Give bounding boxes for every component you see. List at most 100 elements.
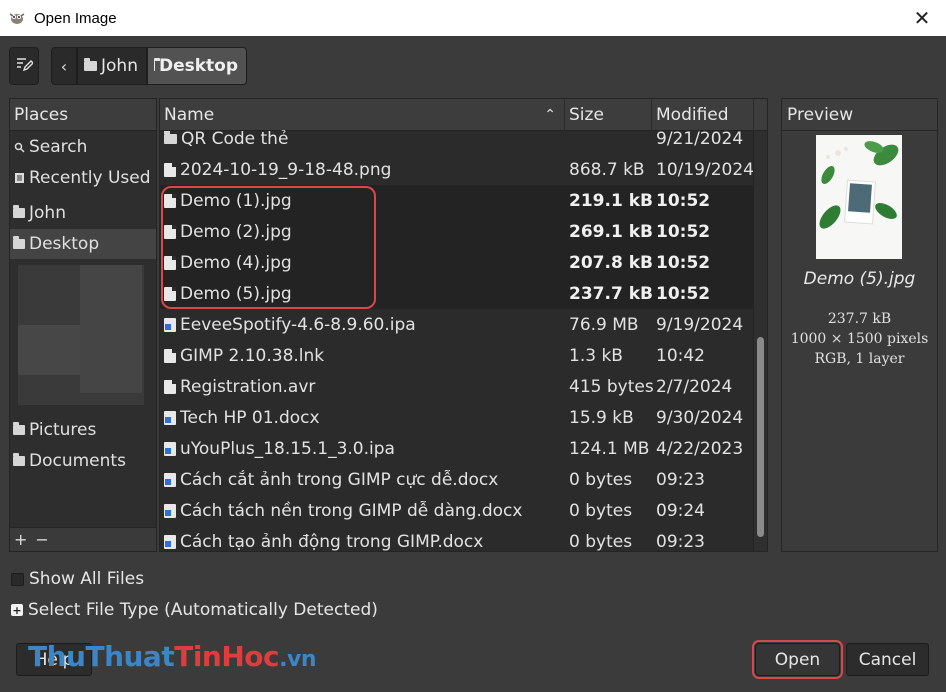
file-name-cell: QR Code thẻ [164, 123, 288, 154]
file-row[interactable]: Cách cắt ảnh trong GIMP cực dễ.docx 0 byt… [160, 464, 754, 495]
file-modified: 09:23 [656, 469, 705, 490]
back-button[interactable]: ‹ [51, 47, 77, 85]
places-panel: Places Search Recently Used John Desktop… [9, 98, 157, 552]
show-all-files-label: Show All Files [29, 569, 145, 589]
add-bookmark-button[interactable]: + [14, 530, 27, 549]
word-document-icon [164, 503, 176, 518]
hidden-drives-block [80, 265, 142, 393]
file-size: 0 bytes [569, 531, 633, 552]
file-icon [164, 162, 176, 177]
sort-ascending-icon: ⌃ [544, 107, 556, 123]
hidden-drives-block [18, 325, 80, 375]
file-name-cell: Demo (4).jpg [164, 247, 292, 278]
file-name: Cách cắt ảnh trong GIMP cực dễ.docx [180, 469, 499, 490]
file-name-cell: Demo (5).jpg [164, 278, 292, 309]
file-list-scrollbar[interactable] [753, 131, 767, 551]
place-john[interactable]: John [10, 198, 156, 228]
preview-dimensions: 1000 × 1500 pixels [790, 331, 929, 347]
word-document-icon [164, 410, 176, 425]
file-size: 237.7 kB [569, 283, 653, 304]
place-desktop[interactable]: Desktop [10, 229, 156, 259]
place-search[interactable]: Search [10, 132, 156, 162]
file-row[interactable]: GIMP 2.10.38.lnk 1.3 kB 10:42 [160, 340, 754, 371]
edit-location-button[interactable] [9, 47, 39, 85]
file-name: 2024-10-19_9-18-48.png [180, 159, 392, 180]
file-row[interactable]: 2024-10-19_9-18-48.png 868.7 kB 10/19/2024 [160, 154, 754, 185]
file-row[interactable]: QR Code thẻ 9/21/2024 [160, 123, 754, 154]
open-button[interactable]: Open [752, 640, 843, 679]
select-file-type-expander[interactable]: + Select File Type (Automatically Detect… [11, 598, 378, 622]
show-all-files-checkbox[interactable] [11, 572, 24, 586]
file-row[interactable]: Cách tách nền trong GIMP dễ dàng.docx 0 b… [160, 495, 754, 526]
place-label: John [29, 203, 66, 223]
file-modified: 9/21/2024 [656, 128, 744, 149]
folder-icon [13, 236, 25, 250]
file-name: Cách tạo ảnh động trong GIMP.docx [180, 531, 484, 552]
expand-icon[interactable]: + [11, 604, 23, 616]
file-row[interactable]: EeveeSpotify-4.6-8.9.60.ipa 76.9 MB 9/19/2… [160, 309, 754, 340]
place-recently-used[interactable]: Recently Used [10, 163, 156, 193]
file-modified: 9/30/2024 [656, 407, 744, 428]
file-modified: 4/22/2023 [656, 438, 744, 459]
file-size: 868.7 kB [569, 159, 645, 180]
file-name-cell: Tech HP 01.docx [164, 402, 320, 433]
file-row[interactable]: Cách tạo ảnh động trong GIMP.docx 0 bytes… [160, 526, 754, 552]
search-icon [13, 141, 25, 153]
file-modified: 09:23 [656, 531, 705, 552]
folder-icon [84, 58, 97, 71]
preview-info: 237.7 kB 1000 × 1500 pixels RGB, 1 layer [782, 309, 937, 369]
place-label: Documents [29, 451, 126, 471]
breadcrumb-desktop[interactable]: Desktop [147, 47, 247, 85]
places-footer: + − [10, 527, 156, 551]
scroll-thumb[interactable] [757, 337, 764, 537]
close-icon[interactable]: ✕ [908, 4, 936, 32]
edit-location-icon [15, 55, 34, 77]
file-name-cell: Registration.avr [164, 371, 315, 402]
file-size: 415 bytes [569, 376, 654, 397]
file-row[interactable]: Registration.avr 415 bytes 2/7/2024 [160, 371, 754, 402]
file-row[interactable]: Demo (2).jpg 269.1 kB 10:52 [160, 216, 754, 247]
file-name-cell: uYouPlus_18.15.1_3.0.ipa [164, 433, 395, 464]
file-size: 0 bytes [569, 500, 633, 521]
folder-icon [154, 58, 160, 71]
breadcrumb-john[interactable]: John [77, 47, 147, 85]
word-document-icon [164, 472, 176, 487]
file-size: 219.1 kB [569, 190, 653, 211]
folder-icon [13, 422, 25, 436]
file-name-cell: 2024-10-19_9-18-48.png [164, 154, 391, 185]
file-name-cell: Demo (1).jpg [164, 185, 292, 216]
place-documents[interactable]: Documents [10, 446, 156, 476]
file-size: 76.9 MB [569, 314, 639, 335]
cancel-button[interactable]: Cancel [846, 643, 929, 676]
file-name-cell: Cách tạo ảnh động trong GIMP.docx [164, 526, 484, 552]
show-all-files-option[interactable]: Show All Files [11, 567, 144, 591]
file-row[interactable]: Tech HP 01.docx 15.9 kB 9/30/2024 [160, 402, 754, 433]
file-name-cell: Cách tách nền trong GIMP dễ dàng.docx [164, 495, 522, 526]
preview-file-name: Demo (5).jpg [803, 269, 916, 289]
word-document-icon [164, 317, 176, 332]
file-row[interactable]: Demo (5).jpg 237.7 kB 10:52 [160, 278, 754, 309]
place-label: Pictures [29, 420, 97, 440]
word-document-icon [164, 534, 176, 549]
file-rows: QR Code thẻ 9/21/2024 2024-10-19_9-18-48.p… [160, 123, 754, 552]
folder-icon [164, 130, 177, 144]
file-name: Demo (2).jpg [180, 221, 292, 242]
file-name: Demo (5).jpg [180, 283, 292, 304]
file-row[interactable]: Demo (1).jpg 219.1 kB 10:52 [160, 185, 754, 216]
file-name: Demo (1).jpg [180, 190, 292, 211]
remove-bookmark-button[interactable]: − [35, 530, 48, 549]
file-name-cell: Demo (2).jpg [164, 216, 292, 247]
preview-thumbnail [816, 135, 902, 259]
file-icon [164, 379, 176, 394]
select-file-type-label: Select File Type (Automatically Detected… [28, 600, 378, 620]
file-row[interactable]: uYouPlus_18.15.1_3.0.ipa 124.1 MB 4/22/202… [160, 433, 754, 464]
places-header: Places [10, 99, 156, 131]
file-modified: 09:24 [656, 500, 705, 521]
breadcrumb-label: John [101, 56, 138, 76]
place-pictures[interactable]: Pictures [10, 415, 156, 445]
file-size: 1.3 kB [569, 345, 623, 366]
file-name: Tech HP 01.docx [180, 407, 320, 428]
file-row[interactable]: Demo (4).jpg 207.8 kB 10:52 [160, 247, 754, 278]
file-icon [164, 255, 176, 270]
file-size: 207.8 kB [569, 252, 653, 273]
